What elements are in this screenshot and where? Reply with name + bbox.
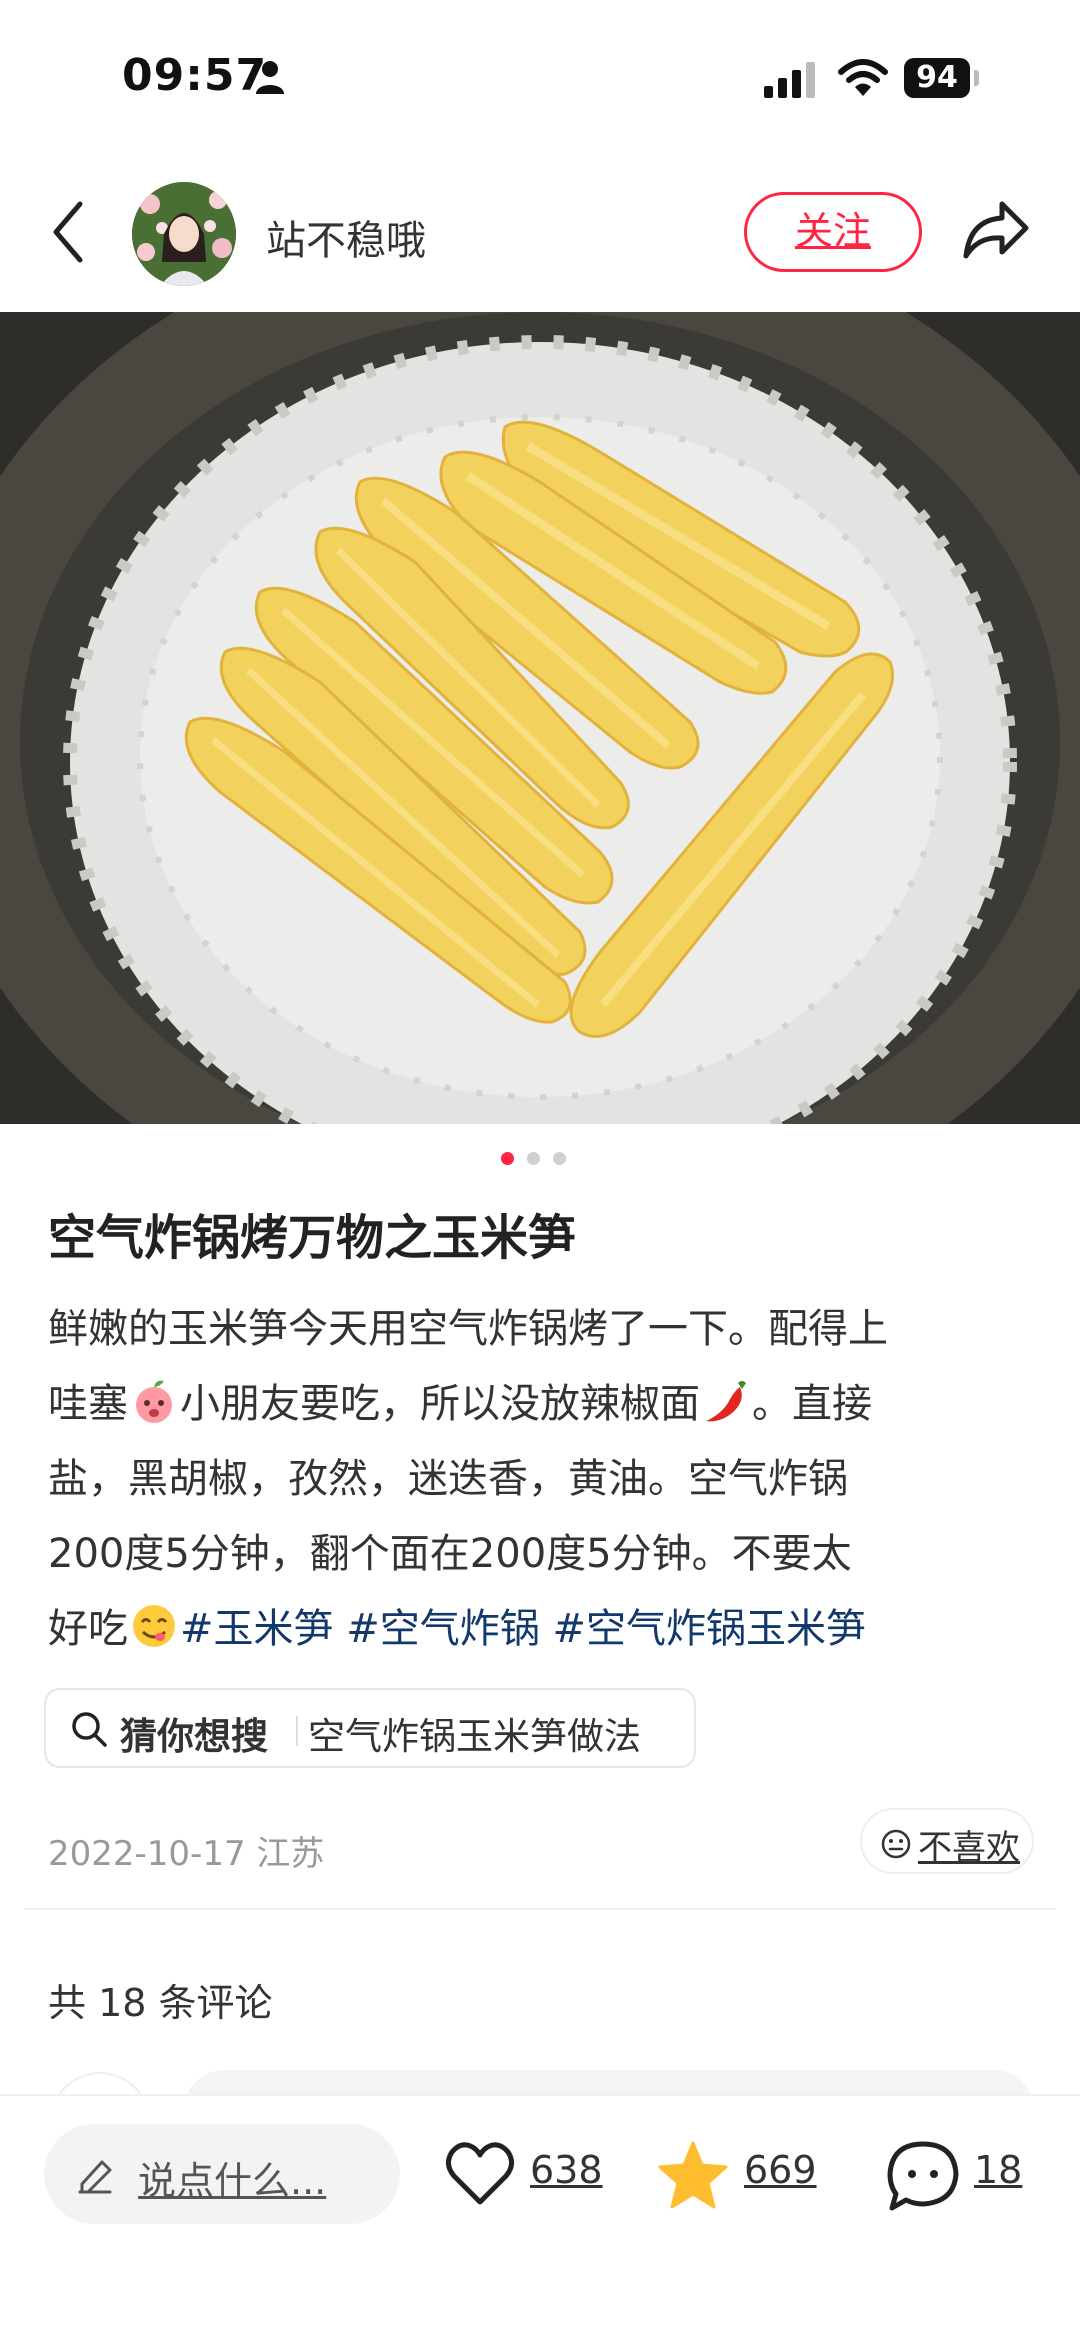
post-body-line: 鲜嫩的玉米笋今天用空气炸锅烤了一下。配得上 <box>48 1306 888 1352</box>
status-time: 09:57 <box>122 50 268 101</box>
author-name[interactable]: 站不稳哦 <box>266 208 426 266</box>
carousel-dot[interactable] <box>527 1152 540 1165</box>
pencil-icon <box>78 2160 112 2194</box>
dislike-button[interactable]: 不喜欢 <box>860 1808 1034 1874</box>
carousel-dot-active[interactable] <box>501 1152 514 1165</box>
bottom-bar: 说点什么... 638 669 18 <box>0 2094 1080 2341</box>
like-button[interactable]: 638 <box>444 2124 614 2224</box>
battery-nub <box>974 70 979 86</box>
post-text: 好吃 <box>48 1606 128 1652</box>
post-text: 哇塞 <box>48 1381 128 1427</box>
dislike-label: 不喜欢 <box>918 1828 1020 1868</box>
avatar[interactable] <box>132 182 236 286</box>
search-icon <box>72 1712 107 1747</box>
suggestion-query: 空气炸锅玉米笋做法 <box>308 1715 641 1758</box>
post-body-line: 盐，黑胡椒，孜然，迷迭香，黄油。空气炸锅 <box>48 1456 848 1502</box>
hashtag-link[interactable]: #空气炸锅 <box>346 1606 540 1652</box>
follow-button[interactable]: 关注 <box>744 192 922 272</box>
hashtag-link[interactable]: #空气炸锅玉米笋 <box>552 1606 866 1652</box>
post-text: 小朋友要吃，所以没放辣椒面 <box>180 1381 700 1427</box>
post-body-line: 好吃 #玉米笋 #空气炸锅 #空气炸锅玉米笋 <box>48 1592 1038 1667</box>
share-icon[interactable] <box>962 198 1030 262</box>
wifi-icon <box>838 59 888 96</box>
comment-placeholder: 说点什么... <box>138 2159 327 2203</box>
person-icon <box>256 61 284 94</box>
suggestion-label: 猜你想搜 <box>120 1715 268 1758</box>
comment-button[interactable]: 18 <box>886 2124 1026 2224</box>
comment-count: 共 18 条评论 <box>48 1981 273 2025</box>
chili-emoji <box>706 1381 746 1422</box>
yum-emoji <box>133 1605 175 1647</box>
star-icon <box>658 2141 728 2209</box>
post-text: 。直接 <box>752 1381 872 1427</box>
like-count: 638 <box>530 2148 603 2192</box>
post-body-line: 200度5分钟，翻个面在200度5分钟。不要太 <box>48 1531 852 1577</box>
comment-count-label: 18 <box>974 2148 1023 2192</box>
comment-input[interactable]: 说点什么... <box>44 2124 400 2224</box>
post-title: 空气炸锅烤万物之玉米笋 <box>48 1210 577 1266</box>
back-icon[interactable] <box>48 200 88 264</box>
peach-emoji <box>136 1380 172 1423</box>
carousel-dot[interactable] <box>553 1152 566 1165</box>
favorite-count: 669 <box>744 2148 817 2192</box>
divider <box>24 1908 1056 1910</box>
post-date-location: 2022-10-17 江苏 <box>48 1834 325 1874</box>
battery-icon: 94 <box>904 58 970 98</box>
post-body: 鲜嫩的玉米笋今天用空气炸锅烤了一下。配得上 哇塞 小朋友要吃，所以没放辣椒面 。… <box>48 1292 1038 1667</box>
favorite-button[interactable]: 669 <box>656 2124 826 2224</box>
hashtag-link[interactable]: #玉米笋 <box>180 1606 334 1652</box>
signal-icon <box>764 62 815 98</box>
post-body-line: 哇塞 小朋友要吃，所以没放辣椒面 。直接 <box>48 1367 1038 1442</box>
post-image[interactable] <box>0 312 1080 1124</box>
neutral-face-icon <box>881 1829 911 1859</box>
search-suggestion[interactable]: 猜你想搜 空气炸锅玉米笋做法 <box>44 1688 696 1768</box>
divider <box>296 1716 298 1746</box>
heart-icon <box>446 2142 514 2205</box>
comment-icon <box>887 2141 959 2211</box>
